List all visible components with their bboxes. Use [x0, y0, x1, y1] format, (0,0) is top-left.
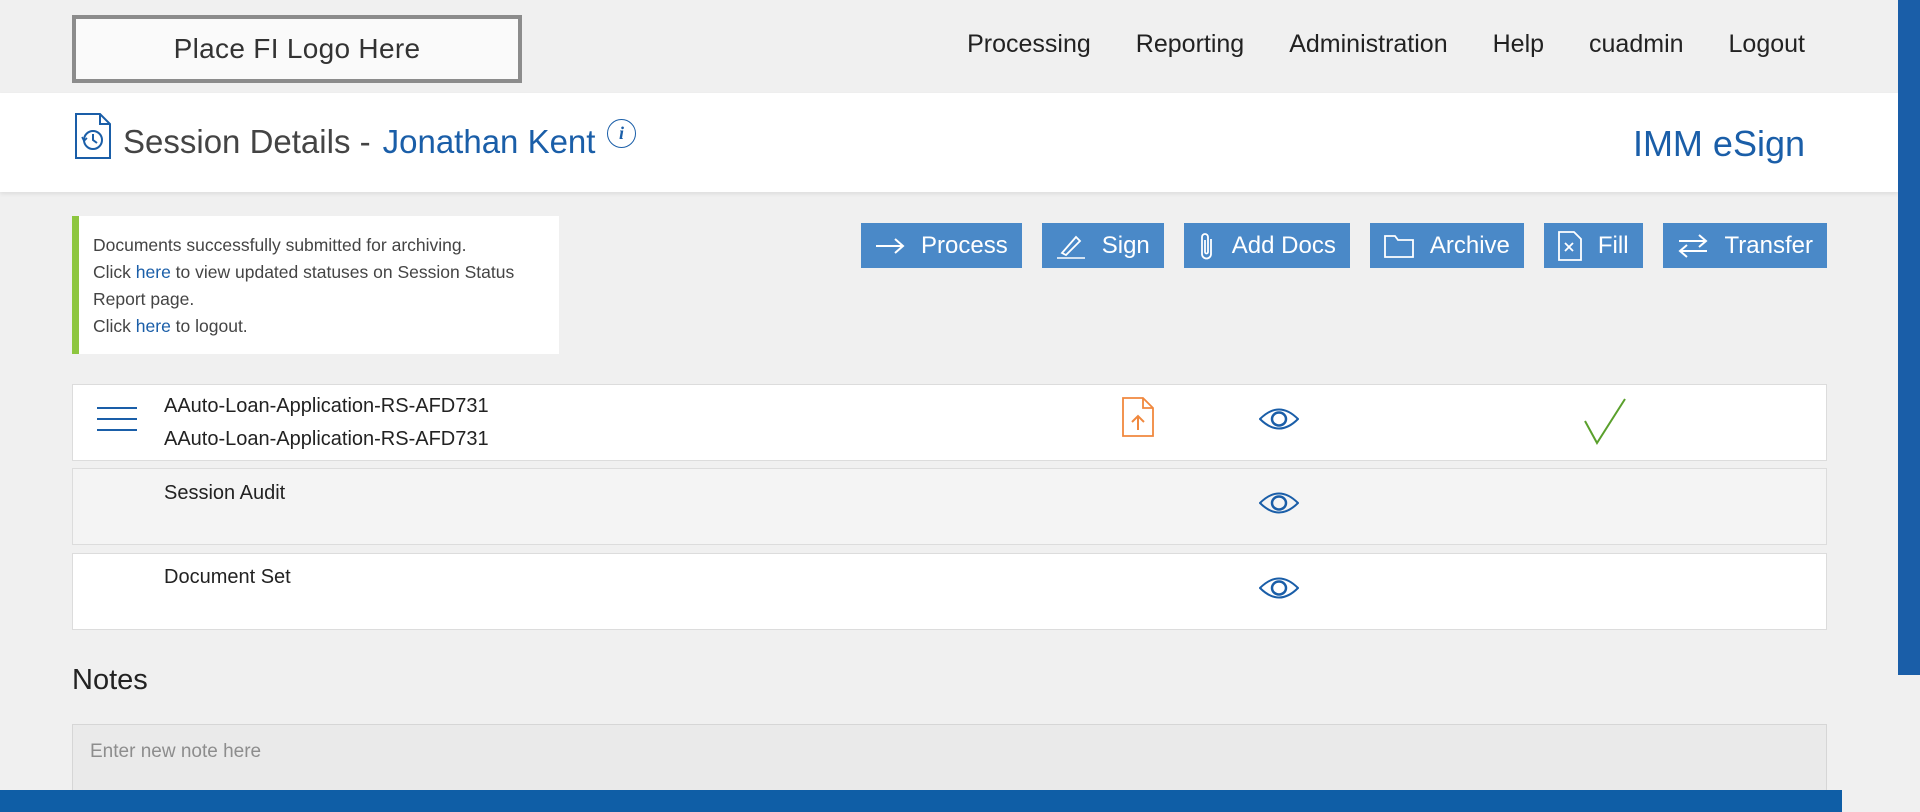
- logout-link[interactable]: here: [136, 316, 171, 336]
- message-text: Click: [93, 262, 136, 282]
- add-docs-button-label: Add Docs: [1231, 231, 1336, 259]
- nav-reporting[interactable]: Reporting: [1136, 30, 1244, 59]
- message-text: to logout.: [170, 316, 248, 336]
- document-subname: AAuto-Loan-Application-RS-AFD731: [164, 428, 489, 450]
- sign-button[interactable]: Sign: [1041, 223, 1164, 268]
- document-name: AAuto-Loan-Application-RS-AFD731: [164, 395, 489, 417]
- page-title: Session Details - Jonathan Kent: [123, 123, 595, 161]
- customer-name: Jonathan Kent: [382, 123, 596, 160]
- scrollbar-thumb[interactable]: [1898, 0, 1920, 675]
- archive-button[interactable]: Archive: [1369, 223, 1524, 268]
- title-bar: Session Details - Jonathan Kent i IMM eSi…: [0, 93, 1898, 192]
- document-row: AAuto-Loan-Application-RS-AFD731 AAuto-L…: [72, 384, 1827, 461]
- notes-heading: Notes: [72, 664, 148, 696]
- archive-success-message: Documents successfully submitted for arc…: [72, 216, 559, 354]
- status-report-link[interactable]: here: [136, 262, 171, 282]
- nav-administration[interactable]: Administration: [1289, 30, 1447, 59]
- process-button[interactable]: Process: [861, 223, 1022, 268]
- nav-user[interactable]: cuadmin: [1589, 30, 1684, 59]
- page-title-prefix: Session Details -: [123, 123, 371, 160]
- paperclip-icon: [1200, 232, 1212, 259]
- document-row: Session Audit: [72, 468, 1827, 545]
- eye-icon[interactable]: [1259, 575, 1299, 601]
- nav-help[interactable]: Help: [1493, 30, 1544, 59]
- pen-icon: [1056, 235, 1085, 259]
- nav-logout[interactable]: Logout: [1729, 30, 1805, 59]
- folder-icon: [1383, 234, 1414, 258]
- form-fill-icon: [1557, 230, 1582, 261]
- transfer-arrows-icon: [1677, 233, 1708, 258]
- document-name: Document Set: [164, 566, 291, 588]
- transfer-button[interactable]: Transfer: [1662, 223, 1827, 268]
- fill-button[interactable]: Fill: [1543, 223, 1643, 268]
- session-history-icon: [75, 113, 111, 159]
- eye-icon[interactable]: [1259, 490, 1299, 516]
- action-toolbar: Process Sign Add Docs Archive Fill Trans…: [841, 223, 1827, 268]
- info-icon[interactable]: i: [607, 119, 636, 148]
- checkmark-icon: [1584, 398, 1626, 445]
- top-bar: Place FI Logo Here Processing Reporting …: [0, 0, 1898, 93]
- message-line-3: Click here to logout.: [93, 313, 545, 340]
- fi-logo-placeholder: Place FI Logo Here: [72, 15, 522, 83]
- bottom-bar: [0, 790, 1842, 812]
- message-line-1: Documents successfully submitted for arc…: [93, 235, 467, 255]
- message-text: Click: [93, 316, 136, 336]
- brand-name: IMM eSign: [1632, 123, 1805, 164]
- arrow-right-icon: [876, 237, 905, 254]
- main-nav: Processing Reporting Administration Help…: [922, 30, 1805, 59]
- archive-button-label: Archive: [1429, 231, 1510, 259]
- process-button-label: Process: [921, 231, 1008, 259]
- file-upload-icon[interactable]: [1122, 397, 1154, 437]
- nav-processing[interactable]: Processing: [967, 30, 1091, 59]
- document-row: Document Set: [72, 553, 1827, 630]
- eye-icon[interactable]: [1259, 406, 1299, 432]
- new-note-input[interactable]: [72, 724, 1827, 796]
- message-line-2: Click here to view updated statuses on S…: [93, 259, 545, 313]
- sign-button-label: Sign: [1101, 231, 1150, 259]
- add-docs-button[interactable]: Add Docs: [1183, 223, 1350, 268]
- menu-icon[interactable]: [97, 407, 137, 437]
- transfer-button-label: Transfer: [1724, 231, 1813, 259]
- document-name: Session Audit: [164, 482, 286, 504]
- fill-button-label: Fill: [1597, 231, 1629, 259]
